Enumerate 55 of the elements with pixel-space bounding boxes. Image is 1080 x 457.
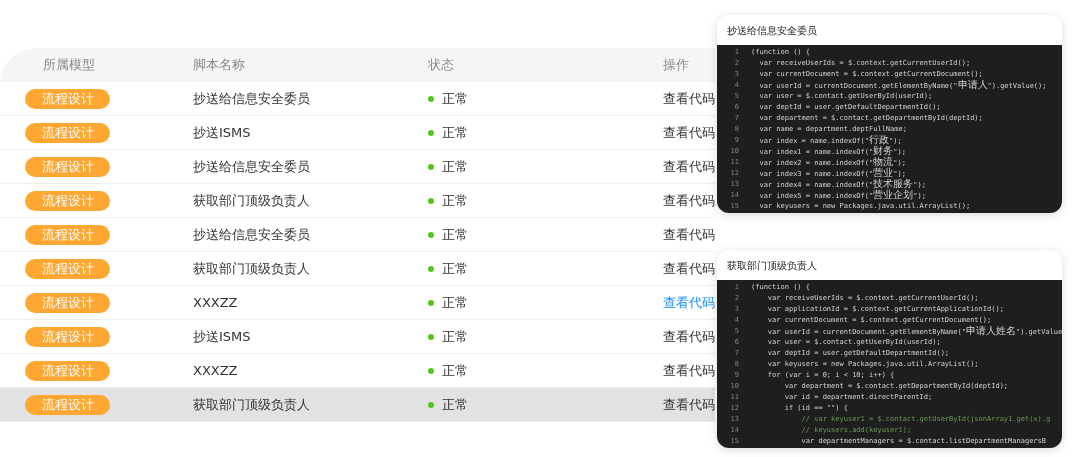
status-text: 正常	[442, 123, 468, 142]
view-code-link[interactable]: 查看代码	[663, 361, 715, 380]
view-code-link[interactable]: 查看代码	[663, 225, 715, 244]
script-name: XXXZZ	[193, 295, 238, 310]
script-name: XXXZZ	[193, 363, 238, 378]
column-header: 操作	[662, 56, 690, 74]
status-dot-icon	[428, 401, 434, 408]
view-code-link[interactable]: 查看代码	[663, 191, 715, 210]
status-dot-icon	[428, 95, 434, 102]
model-tag: 流程设计	[25, 326, 110, 347]
status-text: 正常	[442, 361, 468, 380]
model-tag: 流程设计	[25, 394, 110, 415]
model-tag: 流程设计	[25, 224, 110, 245]
script-name: 抄送给信息安全委员	[193, 89, 310, 108]
model-tag: 流程设计	[25, 190, 110, 211]
column-header: 所属模型	[42, 56, 96, 74]
model-tag: 流程设计	[25, 88, 110, 109]
script-name: 抄送给信息安全委员	[193, 225, 310, 244]
model-tag: 流程设计	[25, 258, 110, 279]
model-tag: 流程设计	[25, 292, 110, 313]
script-name: 抄送给信息安全委员	[193, 157, 310, 176]
status-dot-icon	[428, 367, 434, 374]
model-tag: 流程设计	[25, 122, 110, 143]
status-text: 正常	[442, 225, 468, 244]
popup-title: 获取部门顶级负责人	[726, 259, 818, 273]
popup-title: 抄送给信息安全委员	[726, 24, 818, 38]
model-tag: 流程设计	[25, 156, 110, 177]
status-dot-icon	[428, 231, 434, 238]
view-code-link[interactable]: 查看代码	[663, 259, 715, 278]
column-header: 状态	[427, 56, 455, 74]
status-text: 正常	[442, 157, 468, 176]
view-code-link[interactable]: 查看代码	[663, 327, 715, 346]
model-tag: 流程设计	[25, 360, 110, 381]
view-code-link[interactable]: 查看代码	[663, 89, 715, 108]
script-name: 获取部门顶级负责人	[193, 395, 310, 414]
view-code-link[interactable]: 查看代码	[663, 395, 715, 414]
script-name: 获取部门顶级负责人	[193, 191, 310, 210]
view-code-link[interactable]: 查看代码	[663, 157, 715, 176]
status-dot-icon	[428, 333, 434, 340]
script-name: 抄送ISMS	[193, 123, 251, 142]
status-text: 正常	[442, 259, 468, 278]
status-text: 正常	[442, 293, 468, 312]
status-text: 正常	[442, 395, 468, 414]
script-name: 获取部门顶级负责人	[193, 259, 310, 278]
status-dot-icon	[428, 163, 434, 170]
column-header: 脚本名称	[192, 56, 246, 74]
status-text: 正常	[442, 89, 468, 108]
script-name: 抄送ISMS	[193, 327, 251, 346]
status-dot-icon	[428, 129, 434, 136]
view-code-link[interactable]: 查看代码	[663, 123, 715, 142]
status-dot-icon	[428, 265, 434, 272]
status-text: 正常	[442, 191, 468, 210]
status-dot-icon	[428, 197, 434, 204]
status-dot-icon	[428, 299, 434, 306]
status-text: 正常	[442, 327, 468, 346]
